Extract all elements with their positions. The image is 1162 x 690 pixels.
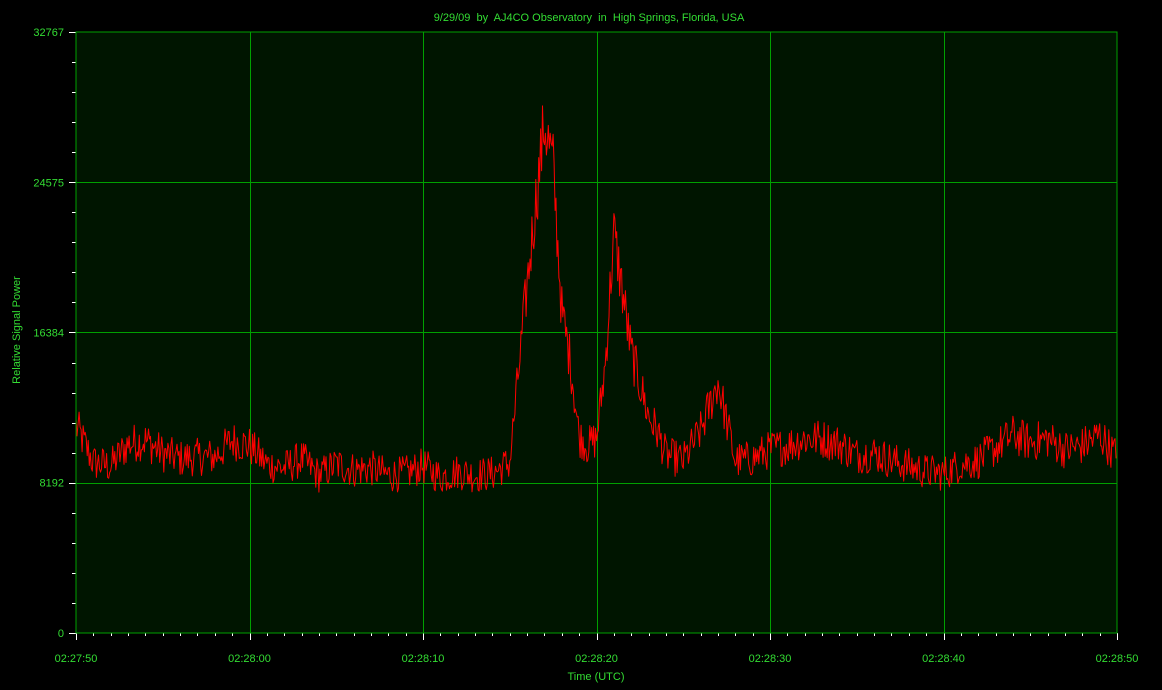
- y-tick-label: 24575: [33, 177, 64, 189]
- x-tick-label: 02:28:10: [402, 653, 445, 665]
- x-axis-title: Time (UTC): [567, 671, 624, 683]
- x-tick-label: 02:28:20: [575, 653, 618, 665]
- y-tick-label: 32767: [33, 27, 64, 39]
- chart: 02:27:50 02:28:00 02:28:10 02:28:20 02:28:30…: [11, 12, 1139, 683]
- x-tick-label: 02:28:30: [749, 653, 792, 665]
- x-tick-label: 02:28:40: [922, 653, 965, 665]
- y-tick-label: 0: [58, 628, 64, 640]
- y-axis-title: Relative Signal Power: [11, 276, 23, 384]
- x-tick-label: 02:28:00: [228, 653, 271, 665]
- y-tick-label: 16384: [33, 327, 64, 339]
- x-tick-label: 02:28:50: [1096, 653, 1139, 665]
- y-tick-label: 8192: [40, 478, 64, 490]
- chart-title: 9/29/09 by AJ4CO Observatory in High Spr…: [434, 12, 745, 24]
- x-tick-label: 02:27:50: [55, 653, 98, 665]
